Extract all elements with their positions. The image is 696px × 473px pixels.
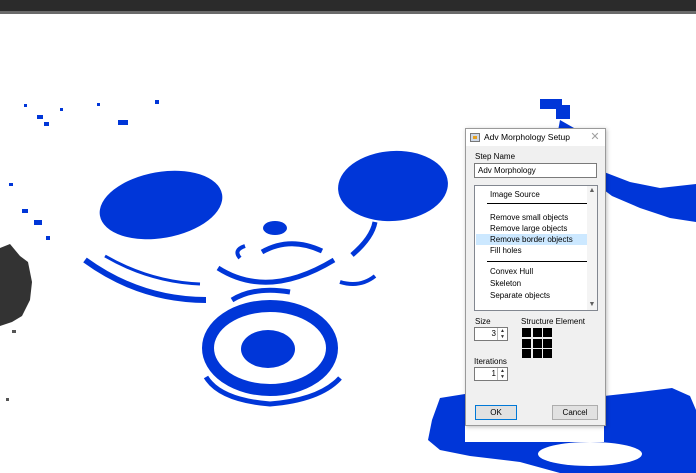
size-value[interactable]: 3 (475, 329, 496, 338)
size-label: Size (475, 317, 491, 326)
step-name-input[interactable]: Adv Morphology (474, 163, 597, 178)
structure-element-grid[interactable] (522, 328, 552, 358)
adv-morphology-dialog: Adv Morphology Setup ✕ Step Name Adv Mor… (465, 128, 606, 426)
structure-cell[interactable] (543, 338, 552, 348)
structure-cell[interactable] (522, 349, 531, 358)
dialog-title: Adv Morphology Setup (484, 132, 570, 142)
structure-element-label: Structure Element (521, 317, 586, 326)
white-blob-bottom-right (538, 442, 642, 466)
scroll-up-icon[interactable]: ▲ (587, 186, 597, 196)
structure-cell[interactable] (522, 338, 531, 348)
list-item-image-source[interactable]: Image Source (476, 189, 587, 200)
size-stepper[interactable]: 3 ▲ ▼ (474, 327, 508, 341)
list-item-remove-large-objects[interactable]: Remove large objects (476, 223, 587, 234)
list-scrollbar[interactable]: ▲ ▼ (587, 186, 597, 310)
structure-cell[interactable] (543, 349, 552, 358)
iterations-label: Iterations (474, 357, 507, 366)
close-icon[interactable]: ✕ (588, 130, 602, 144)
list-item-convex-hull[interactable]: Convex Hull (476, 266, 587, 277)
list-divider (487, 261, 587, 262)
spin-down-icon[interactable]: ▼ (498, 334, 507, 340)
operations-list[interactable]: Image Source Remove small objects Remove… (474, 185, 598, 311)
structure-cell[interactable] (532, 328, 542, 337)
iterations-spin-buttons[interactable]: ▲ ▼ (497, 368, 507, 380)
iterations-stepper[interactable]: 1 ▲ ▼ (474, 367, 508, 381)
iterations-value[interactable]: 1 (475, 369, 496, 378)
ok-button[interactable]: OK (475, 405, 517, 420)
list-item-skeleton[interactable]: Skeleton (476, 278, 587, 289)
list-item-remove-small-objects[interactable]: Remove small objects (476, 212, 587, 223)
structure-cell[interactable] (543, 328, 552, 337)
structure-cell[interactable] (532, 349, 542, 358)
step-name-label: Step Name (475, 152, 516, 161)
spin-down-icon[interactable]: ▼ (498, 374, 507, 380)
app-icon (470, 133, 480, 142)
list-item-separate-objects[interactable]: Separate objects (476, 290, 587, 301)
cancel-button[interactable]: Cancel (552, 405, 598, 420)
dialog-titlebar[interactable]: Adv Morphology Setup ✕ (466, 129, 605, 146)
list-item-fill-holes[interactable]: Fill holes (476, 245, 587, 256)
structure-cell[interactable] (522, 328, 531, 337)
structure-cell[interactable] (532, 338, 542, 348)
list-divider (487, 203, 587, 204)
list-item-remove-border-objects[interactable]: Remove border objects (476, 234, 587, 245)
scroll-down-icon[interactable]: ▼ (587, 300, 597, 310)
size-spin-buttons[interactable]: ▲ ▼ (497, 328, 507, 340)
